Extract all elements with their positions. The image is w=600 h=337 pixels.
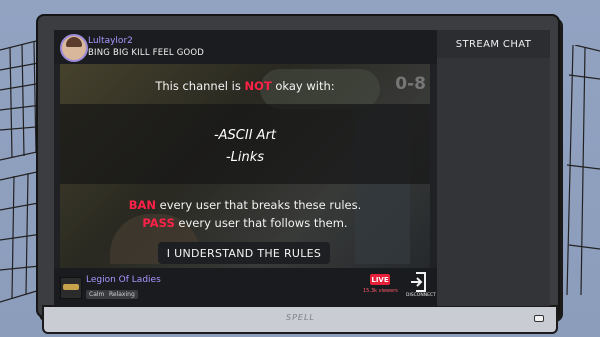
- stream-chat-panel: STREAM CHAT: [437, 30, 550, 306]
- wire-basket-right: [566, 45, 600, 295]
- rule-item: -ASCII Art: [213, 128, 277, 143]
- power-button[interactable]: [534, 315, 544, 322]
- monitor-brand: SPELL: [286, 313, 315, 322]
- understand-rules-button[interactable]: I UNDERSTAND THE RULES: [158, 242, 330, 264]
- rule-item: -Links: [225, 150, 265, 165]
- headline-emphasis: NOT: [244, 79, 272, 93]
- stream-footer: Legion Of Ladies Calm Relaxing LIVE 15.3…: [54, 268, 437, 306]
- disconnect-button[interactable]: DISCONNECT: [406, 271, 436, 303]
- ban-word: BAN: [128, 198, 156, 212]
- pass-text: every user that follows them.: [174, 216, 348, 230]
- screen: Lultaylor2 BING BIG KILL FEEL GOOD 0-8 T…: [54, 30, 550, 306]
- rules-panel: [60, 104, 430, 184]
- pass-word: PASS: [142, 216, 175, 230]
- ban-text: every user that breaks these rules.: [156, 198, 362, 212]
- viewer-count: 15.3k viewers: [363, 288, 398, 294]
- streamer-username[interactable]: Lultaylor2: [88, 36, 133, 46]
- live-badge: LIVE: [370, 274, 390, 285]
- stream-title: BING BIG KILL FEEL GOOD: [88, 48, 205, 58]
- user-avatar[interactable]: [60, 34, 88, 62]
- tag-chip[interactable]: Relaxing: [106, 290, 138, 299]
- channel-thumbnail[interactable]: [60, 277, 82, 299]
- chat-header: STREAM CHAT: [437, 30, 550, 58]
- headline-prefix: This channel is: [155, 79, 245, 93]
- pass-instruction: PASS every user that follows them.: [60, 216, 430, 230]
- headline-suffix: okay with:: [271, 79, 335, 93]
- ban-instruction: BAN every user that breaks these rules.: [60, 198, 430, 212]
- channel-name[interactable]: Legion Of Ladies: [86, 275, 161, 285]
- stream-header: Lultaylor2 BING BIG KILL FEEL GOOD: [54, 30, 437, 64]
- disconnect-door-icon: [411, 272, 426, 292]
- disconnect-label: DISCONNECT: [406, 293, 436, 298]
- rules-headline: This channel is NOT okay with:: [60, 79, 430, 93]
- tag-chip[interactable]: Calm: [86, 290, 108, 299]
